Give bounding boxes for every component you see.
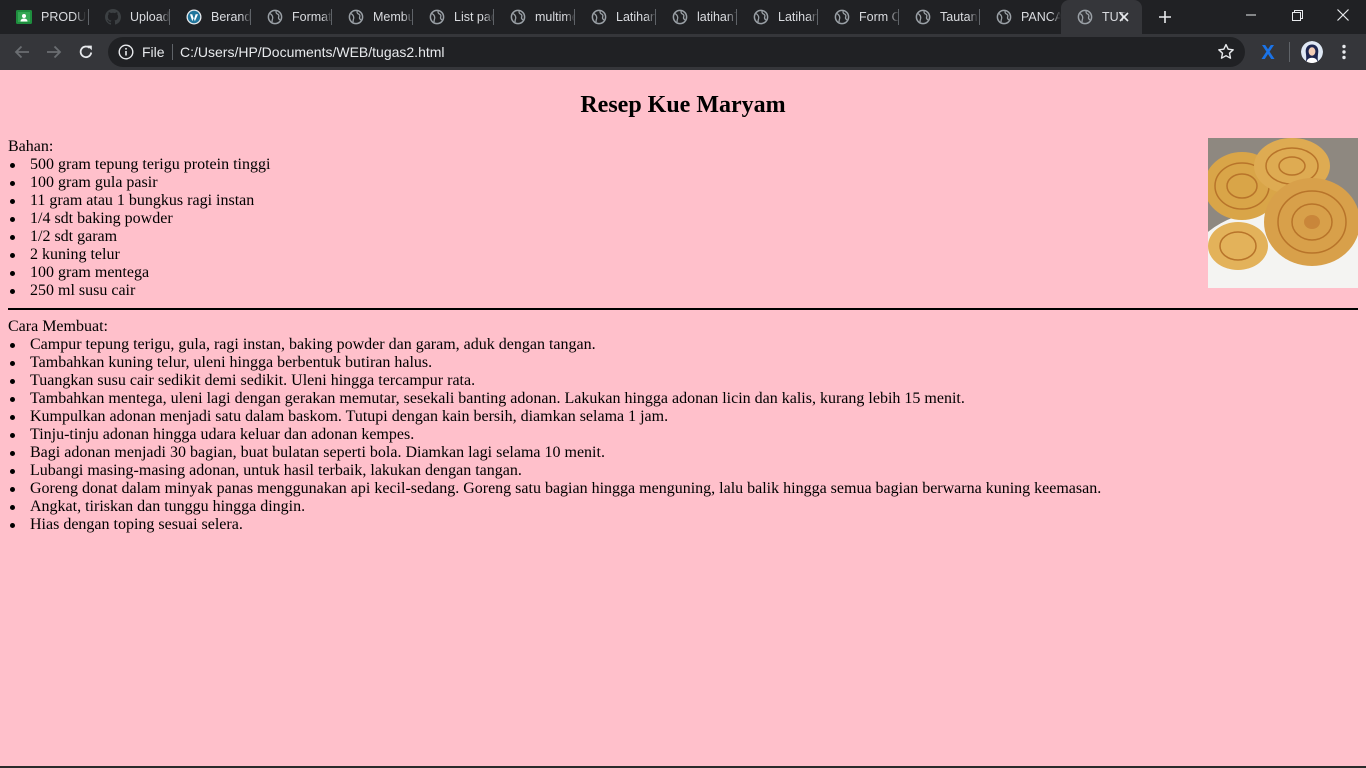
github-icon (105, 9, 121, 25)
address-divider (172, 44, 173, 60)
step-item: Goreng donat dalam minyak panas mengguna… (9, 480, 1102, 497)
horizontal-rule (8, 308, 1358, 310)
reload-icon (79, 45, 93, 59)
url-text[interactable]: C:/Users/HP/Documents/WEB/tugas2.html (180, 44, 445, 60)
steps-label: Cara Membuat: (8, 318, 108, 335)
ingredient-item: 100 gram mentega (9, 264, 270, 282)
forward-arrow-icon (47, 45, 62, 59)
tab-label: Latihan (778, 10, 818, 24)
more-vert-icon (1342, 44, 1346, 60)
close-tab-icon[interactable] (1116, 9, 1132, 25)
globe-icon (429, 9, 445, 25)
browser-tab[interactable]: multime (494, 0, 575, 34)
globe-icon (753, 9, 769, 25)
ingredient-item: 500 gram tepung terigu protein tinggi (9, 156, 271, 173)
wordpress-icon (186, 9, 202, 25)
profile-avatar[interactable] (1301, 41, 1323, 63)
scheme-label: File (142, 44, 165, 60)
back-button[interactable] (8, 38, 36, 66)
browser-tab[interactable]: List pad (413, 0, 494, 34)
browser-tab[interactable]: PANCAS (980, 0, 1061, 34)
new-tab-button[interactable] (1153, 5, 1177, 29)
address-bar[interactable]: File C:/Users/HP/Documents/WEB/tugas2.ht… (108, 37, 1245, 67)
browser-tab[interactable]: Format (251, 0, 332, 34)
tab-label: List pad (454, 10, 494, 24)
bookmark-star-icon[interactable] (1217, 43, 1235, 61)
page-viewport: Resep Kue Maryam Bahan: 500 gram tepung … (0, 70, 1366, 766)
tab-label: multime (535, 10, 575, 24)
page-title: Resep Kue Maryam (580, 92, 786, 118)
step-item: Campur tepung terigu, gula, ragi instan,… (9, 336, 1101, 354)
browser-tab[interactable]: latihan7 (656, 0, 737, 34)
browser-tab[interactable]: Upload (89, 0, 170, 34)
tab-label: PANCAS (1021, 10, 1061, 24)
kue-maryam-image (1208, 138, 1358, 288)
tab-label: Format (292, 10, 332, 24)
ingredient-item: 250 ml susu cair (9, 282, 270, 300)
steps-list: Campur tepung terigu, gula, ragi instan,… (8, 336, 1101, 534)
tab-label: Tautan (940, 10, 978, 24)
browser-tab[interactable]: PRODU (0, 0, 89, 34)
browser-tab[interactable]: Latihan (575, 0, 656, 34)
browser-tab[interactable]: Tautan (899, 0, 980, 34)
info-icon[interactable] (118, 44, 134, 60)
tab-label: latihan7 (697, 10, 737, 24)
globe-icon (672, 9, 688, 25)
ingredients-list: 500 gram tepung terigu protein tinggi 100… (8, 156, 270, 300)
tab-label: Upload (130, 10, 170, 24)
browser-tab[interactable]: Latihan (737, 0, 818, 34)
globe-icon (996, 9, 1012, 25)
ingredient-item: 2 kuning telur (9, 246, 270, 264)
step-item: Bagi adonan menjadi 30 bagian, buat bula… (9, 444, 1101, 462)
tab-label: Latihan (616, 10, 656, 24)
tab-strip: PRODU Upload Beranda Format Membu List p… (0, 0, 1366, 34)
globe-icon (834, 9, 850, 25)
step-item: Kumpulkan adonan menjadi satu dalam bask… (9, 408, 1101, 426)
step-item: Tuangkan susu cair sedikit demi sedikit.… (9, 372, 1101, 390)
back-arrow-icon (14, 45, 29, 59)
globe-icon (591, 9, 607, 25)
globe-icon (510, 9, 526, 25)
browser-tab[interactable]: Membu (332, 0, 413, 34)
globe-icon (915, 9, 931, 25)
ingredients-label: Bahan: (8, 138, 54, 155)
restore-button[interactable] (1274, 0, 1320, 30)
globe-icon (267, 9, 283, 25)
close-window-button[interactable] (1320, 0, 1366, 30)
globe-icon (1077, 9, 1093, 25)
ingredient-item: 100 gram gula pasir (9, 174, 270, 192)
tab-label: Membu (373, 10, 413, 24)
step-item: Tambahkan kuning telur, uleni hingga ber… (9, 354, 1101, 372)
step-item: Tambahkan mentega, uleni lagi dengan ger… (9, 390, 1101, 408)
tab-label: Beranda (211, 10, 251, 24)
minimize-icon (1246, 14, 1256, 16)
browser-tab[interactable]: Form C (818, 0, 899, 34)
ingredient-item: 11 gram atau 1 bungkus ragi instan (9, 192, 270, 210)
google-classroom-icon (16, 9, 32, 25)
close-icon (1337, 9, 1349, 21)
ingredient-item: 1/2 sdt garam (9, 228, 270, 246)
restore-icon (1291, 9, 1303, 21)
plus-icon (1159, 11, 1171, 23)
browser-toolbar: File C:/Users/HP/Documents/WEB/tugas2.ht… (0, 34, 1366, 70)
reload-button[interactable] (72, 38, 100, 66)
ingredient-item: 1/4 sdt baking powder (9, 210, 270, 228)
step-item: Tinju-tinju adonan hingga udara keluar d… (9, 426, 1101, 444)
forward-button[interactable] (40, 38, 68, 66)
minimize-button[interactable] (1228, 0, 1274, 30)
tab-label: PRODU (41, 10, 87, 24)
step-item: Angkat, tiriskan dan tunggu hingga dingi… (9, 498, 1101, 516)
browser-tab[interactable]: Beranda (170, 0, 251, 34)
toolbar-separator (1289, 42, 1290, 62)
tab-label: Form C (859, 10, 899, 24)
browser-tab-active[interactable]: TUT (1061, 0, 1142, 34)
globe-icon (348, 9, 364, 25)
browser-menu-button[interactable] (1335, 42, 1353, 62)
extension-x-icon[interactable] (1259, 43, 1277, 61)
step-item: Hias dengan toping sesuai selera. (9, 516, 1101, 534)
step-item: Lubangi masing-masing adonan, untuk hasi… (9, 462, 1101, 480)
